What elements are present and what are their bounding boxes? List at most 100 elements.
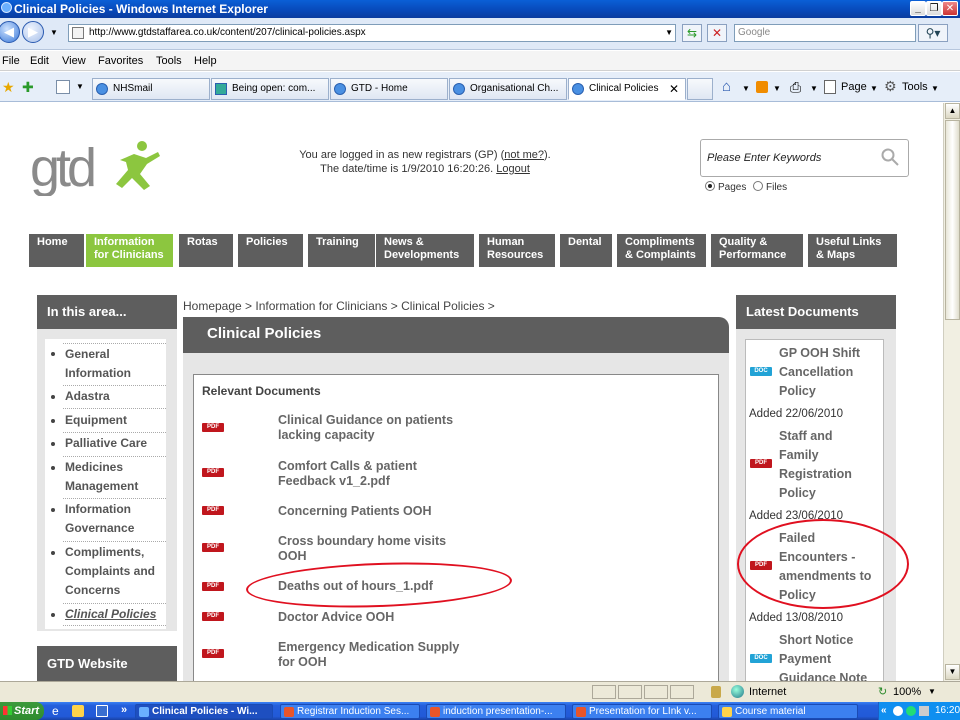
maximize-button[interactable]: ❐: [926, 1, 942, 16]
scroll-thumb[interactable]: [945, 120, 960, 320]
taskbar-item-registrar-induction[interactable]: Registrar Induction Ses...: [280, 704, 420, 719]
doc-link-emergency-medication[interactable]: Emergency Medication Supply for OOH: [278, 640, 498, 670]
tools-dropdown-icon[interactable]: ▼: [931, 84, 939, 93]
taskbar-item-presentation-link[interactable]: Presentation for LInk v...: [572, 704, 712, 719]
feeds-icon[interactable]: [756, 81, 768, 93]
search-icon[interactable]: [881, 148, 899, 166]
radio-pages-button[interactable]: [705, 181, 715, 191]
ie-quicklaunch-icon[interactable]: e: [52, 704, 59, 718]
tray-expand-icon[interactable]: «: [881, 702, 887, 720]
tab-organisational[interactable]: Organisational Ch...: [449, 78, 567, 100]
minimize-button[interactable]: _: [910, 1, 926, 16]
menu-edit[interactable]: Edit: [30, 55, 49, 67]
add-favorites-icon[interactable]: ✚: [22, 79, 34, 96]
doc-link-doctor-advice[interactable]: Doctor Advice OOH: [278, 610, 498, 625]
sidebar-item-compliments-complaints-concerns[interactable]: Compliments, Complaints and Concerns: [65, 543, 175, 600]
desktop-quicklaunch-icon[interactable]: [96, 705, 108, 717]
stop-icon[interactable]: ✕: [707, 24, 727, 42]
print-dropdown-icon[interactable]: ▼: [810, 84, 818, 93]
search-input[interactable]: Google: [734, 24, 916, 42]
not-me-link[interactable]: not me?: [504, 149, 544, 161]
doc-link-comfort-calls[interactable]: Comfort Calls & patient Feedback v1_2.pdf: [278, 459, 498, 489]
nav-home[interactable]: Home: [29, 232, 84, 267]
taskbar-item-clinical-policies[interactable]: Clinical Policies - Wi...: [135, 704, 273, 719]
taskbar-item-course-material[interactable]: Course material: [718, 704, 858, 719]
tools-menu[interactable]: Tools: [902, 81, 928, 93]
latest-doc-staff-family-registration[interactable]: Staff and Family Registration Policy: [779, 427, 889, 503]
close-button[interactable]: ✕: [942, 1, 958, 16]
scroll-up-icon[interactable]: ▲: [945, 103, 960, 119]
menu-view[interactable]: View: [62, 55, 86, 67]
nav-human-resources[interactable]: Human Resources: [479, 232, 555, 267]
forward-button[interactable]: ▶: [22, 21, 44, 43]
tab-list-icon[interactable]: ▼: [76, 82, 84, 91]
nav-training[interactable]: Training: [308, 232, 375, 267]
sidebar-item-clinical-policies[interactable]: Clinical Policies: [65, 605, 175, 624]
address-bar[interactable]: http://www.gtdstaffarea.co.uk/content/20…: [68, 24, 676, 42]
home-icon[interactable]: ⌂: [722, 78, 731, 95]
folder-quicklaunch-icon[interactable]: [72, 705, 84, 717]
quick-tabs-icon[interactable]: [56, 80, 70, 94]
gtd-website-heading[interactable]: GTD Website: [37, 646, 177, 681]
close-tab-icon[interactable]: ✕: [669, 79, 679, 99]
breadcrumb[interactable]: Homepage > Information for Clinicians > …: [183, 299, 495, 313]
page-menu[interactable]: Page: [841, 81, 867, 93]
taskbar-item-induction-presentation[interactable]: induction presentation-...: [426, 704, 566, 719]
tray-icon[interactable]: [893, 706, 903, 716]
home-dropdown-icon[interactable]: ▼: [742, 84, 750, 93]
page-dropdown-icon[interactable]: ▼: [870, 84, 878, 93]
vertical-scrollbar[interactable]: ▲ ▼: [943, 103, 960, 681]
volume-icon[interactable]: [919, 706, 929, 716]
radio-files-button[interactable]: [753, 181, 763, 191]
nav-rotas[interactable]: Rotas: [179, 232, 233, 267]
search-icon[interactable]: ⚲▾: [918, 24, 948, 42]
tab-nhsmail[interactable]: NHSmail: [92, 78, 210, 100]
sidebar-item-medicines-management[interactable]: Medicines Management: [65, 458, 175, 496]
nav-information-for-clinicians[interactable]: Information for Clinicians: [86, 232, 173, 267]
nav-news-developments[interactable]: News & Developments: [376, 232, 474, 267]
menu-help[interactable]: Help: [194, 55, 217, 67]
tab-gtd-home[interactable]: GTD - Home: [330, 78, 448, 100]
sidebar-item-equipment[interactable]: Equipment: [65, 411, 175, 430]
scroll-down-icon[interactable]: ▼: [945, 664, 960, 680]
tab-clinical-policies[interactable]: Clinical Policies ✕: [568, 78, 686, 100]
address-dropdown-icon[interactable]: ▼: [665, 25, 673, 41]
latest-doc-short-notice-payment[interactable]: Short Notice Payment Guidance Note: [779, 631, 889, 681]
zoom-dropdown-icon[interactable]: ▼: [928, 687, 936, 696]
sidebar-item-general-information[interactable]: General Information: [65, 345, 175, 383]
sidebar-item-palliative-care[interactable]: Palliative Care: [65, 434, 175, 453]
latest-doc-gp-ooh-shift[interactable]: GP OOH Shift Cancellation Policy: [779, 344, 889, 401]
radio-files[interactable]: Files: [753, 181, 787, 193]
window-title-bar[interactable]: Clinical Policies - Windows Internet Exp…: [0, 0, 960, 18]
nav-useful-links-maps[interactable]: Useful Links & Maps: [808, 232, 897, 267]
new-tab-button[interactable]: [687, 78, 713, 100]
clock[interactable]: 16:20: [935, 702, 960, 720]
print-icon[interactable]: ⎙: [790, 79, 801, 96]
nav-policies[interactable]: Policies: [238, 232, 303, 267]
nav-quality-performance[interactable]: Quality & Performance: [711, 232, 803, 267]
doc-link-clinical-guidance[interactable]: Clinical Guidance on patients lacking cap…: [278, 413, 498, 443]
radio-pages[interactable]: Pages: [705, 181, 746, 193]
logout-link[interactable]: Logout: [496, 163, 530, 175]
menu-tools[interactable]: Tools: [156, 55, 182, 67]
back-button[interactable]: ◀: [0, 21, 20, 43]
history-dropdown-icon[interactable]: ▼: [50, 28, 58, 37]
tray-icon[interactable]: [906, 706, 916, 716]
nav-compliments-complaints[interactable]: Compliments & Complaints: [617, 232, 706, 267]
keyword-search-input[interactable]: Please Enter Keywords: [700, 139, 909, 177]
start-button[interactable]: Start: [0, 702, 44, 720]
doc-link-concerning-patients[interactable]: Concerning Patients OOH: [278, 504, 498, 519]
tab-being-open[interactable]: Being open: com...: [211, 78, 329, 100]
sidebar-item-adastra[interactable]: Adastra: [65, 387, 175, 406]
expand-quicklaunch-icon[interactable]: »: [121, 704, 127, 716]
menu-file[interactable]: File: [2, 55, 20, 67]
gtd-logo[interactable]: gtd: [30, 136, 160, 196]
sidebar-item-information-governance[interactable]: Information Governance: [65, 500, 175, 538]
favorites-star-icon[interactable]: ★: [2, 79, 15, 96]
menu-favorites[interactable]: Favorites: [98, 55, 143, 67]
doc-link-cross-boundary[interactable]: Cross boundary home visits OOH: [278, 534, 498, 564]
nav-dental[interactable]: Dental: [560, 232, 612, 267]
zoom-level[interactable]: 100%: [893, 686, 921, 698]
feeds-dropdown-icon[interactable]: ▼: [773, 84, 781, 93]
refresh-icon[interactable]: ⇆: [682, 24, 702, 42]
